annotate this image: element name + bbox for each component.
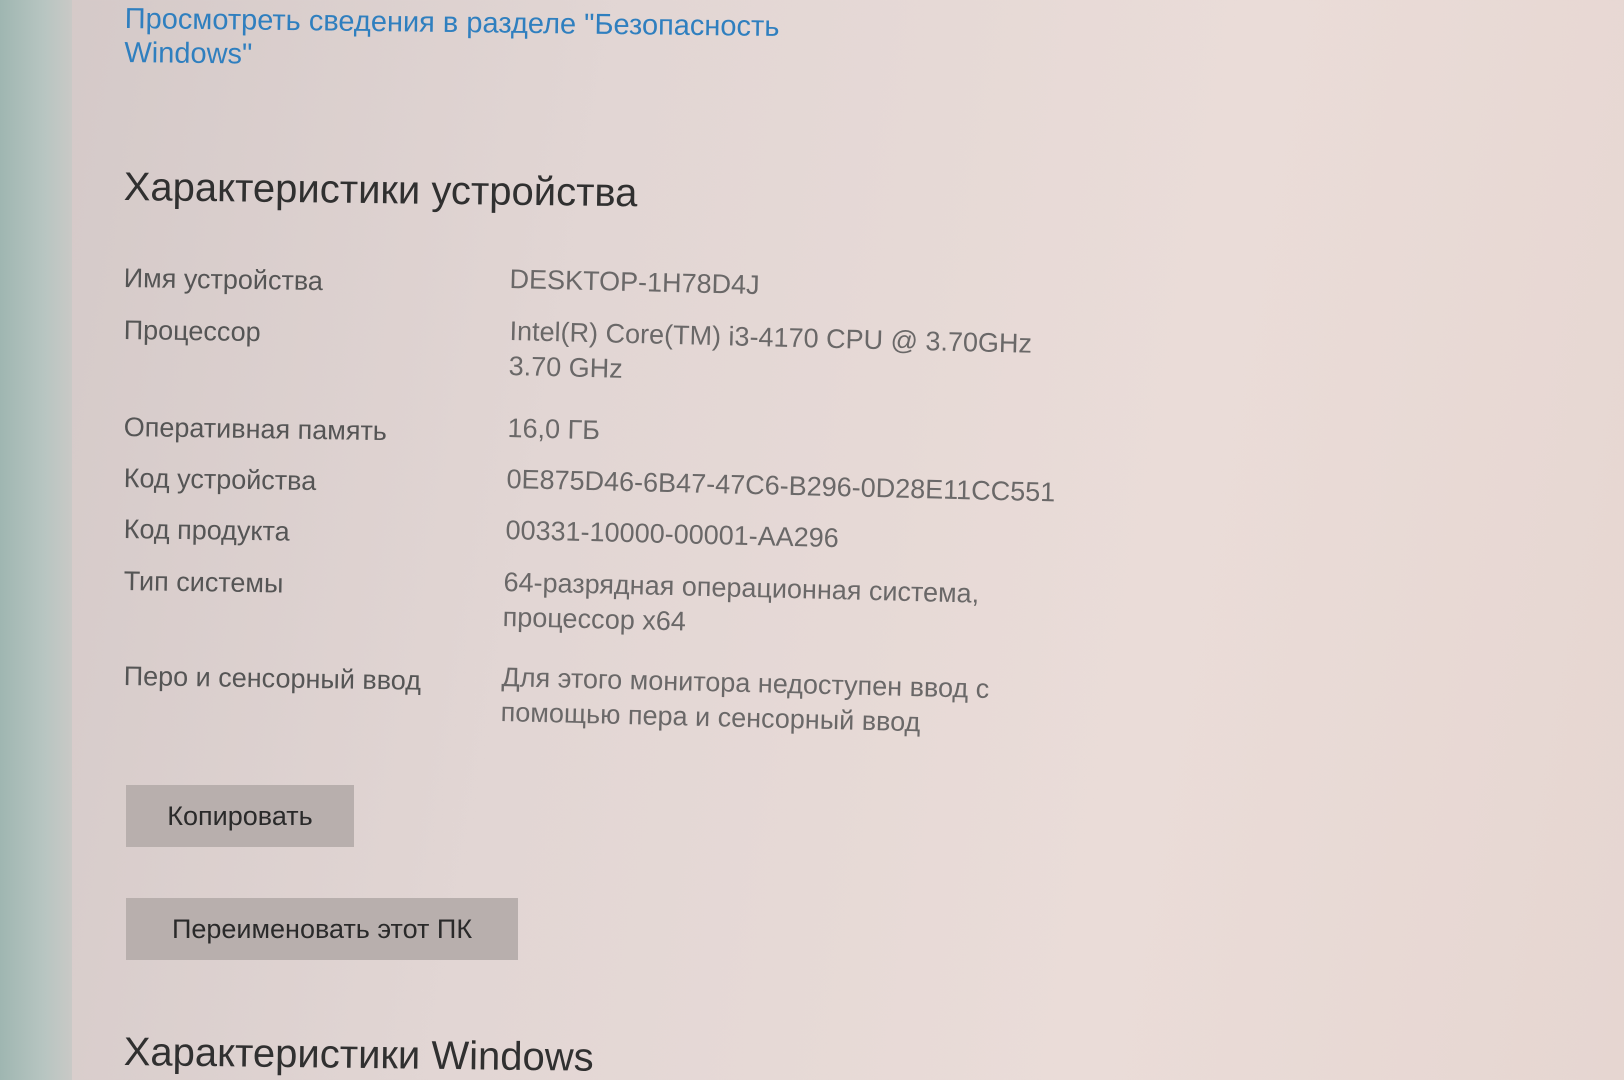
spec-value: 16,0 ГБ [507, 412, 601, 446]
rename-pc-button[interactable]: Переименовать этот ПК [126, 898, 518, 960]
spec-value: Для этого монитора недоступен ввод с пом… [500, 661, 990, 738]
spec-row-processor: Процессор Intel(R) Core(TM) i3-4170 CPU … [124, 314, 1104, 394]
spec-label: Перо и сенсорный ввод [123, 660, 422, 696]
spec-label: Оперативная память [123, 411, 388, 447]
device-specifications-heading: Характеристики устройства [123, 165, 638, 216]
spec-row-pen-touch: Перо и сенсорный ввод Для этого монитора… [124, 660, 1104, 740]
spec-row-system-type: Тип системы 64-разрядная операционная си… [124, 565, 1104, 645]
navigation-pane-edge [0, 0, 72, 1080]
spec-label: Тип системы [123, 565, 284, 599]
spec-value: Intel(R) Core(TM) i3-4170 CPU @ 3.70GHz … [508, 315, 1033, 384]
spec-value: 64-разрядная операционная система, проце… [502, 566, 980, 637]
windows-specifications-heading: Характеристики Windows [123, 1030, 594, 1080]
spec-label: Процессор [123, 314, 261, 348]
spec-value: DESKTOP-1H78D4J [509, 263, 760, 301]
spec-label: Код продукта [123, 513, 290, 547]
spec-label: Имя устройства [123, 262, 324, 297]
spec-value: 0E875D46-6B47-47C6-B296-0D28E11CC551 [506, 463, 1056, 508]
spec-label: Код устройства [123, 462, 317, 497]
windows-security-link[interactable]: Просмотреть сведения в разделе "Безопасн… [124, 2, 885, 79]
spec-value: 00331-10000-00001-AA296 [505, 514, 840, 554]
copy-button[interactable]: Копировать [126, 785, 354, 847]
